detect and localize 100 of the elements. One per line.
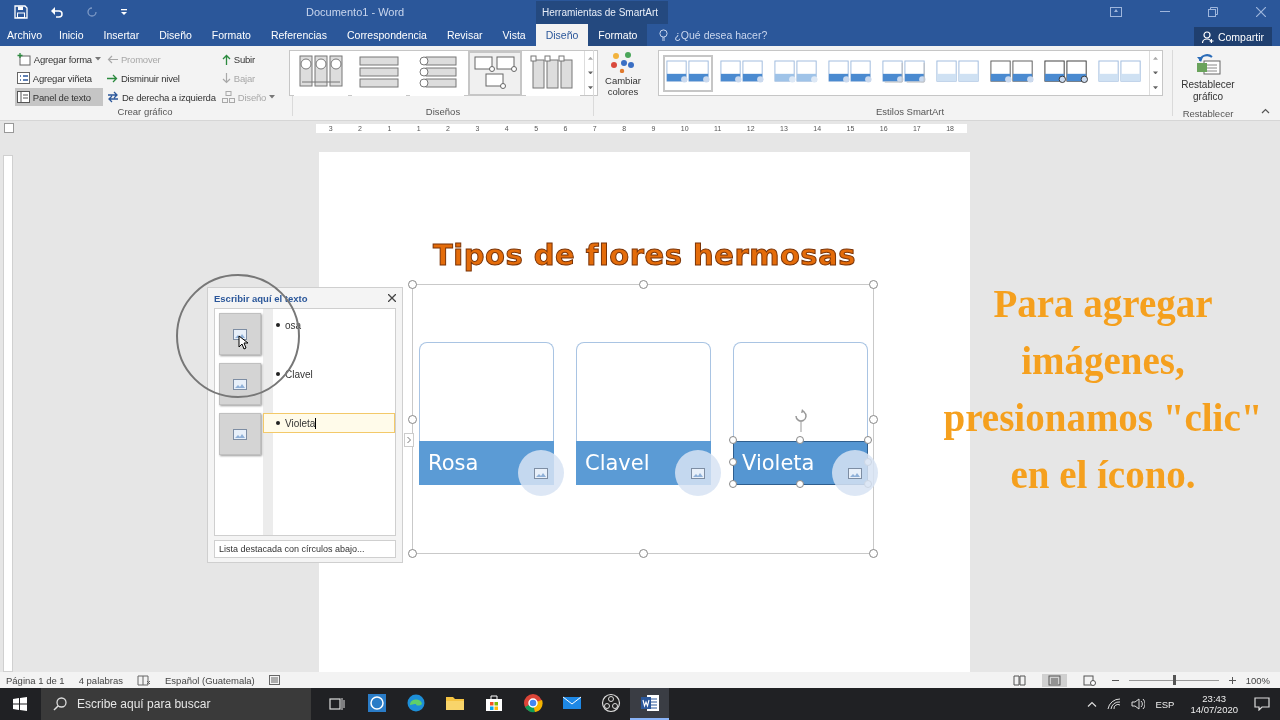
ribbon-tab[interactable]: Insertar [93,24,150,46]
ribbon-tab[interactable]: Formato [588,24,648,46]
resize-handle[interactable] [408,280,417,289]
tab-selector[interactable] [4,123,14,133]
down-arrow-icon [221,72,231,84]
add-shape-icon [16,52,31,66]
insert-picture-button[interactable] [219,363,261,405]
resize-handle[interactable] [864,436,872,444]
rotate-handle-icon[interactable] [793,408,809,432]
chat-app-icon [366,693,387,713]
swap-arrows-icon [106,91,119,103]
resize-handle[interactable] [869,549,878,558]
text-pane-item[interactable]: Clavel [263,364,395,384]
resize-handle[interactable] [729,458,737,466]
insert-picture-button[interactable] [832,450,878,496]
word-count[interactable]: 4 palabras [78,674,123,686]
taskbar-search-field[interactable]: Escribe aquí para buscar [41,688,311,720]
ribbon-display-icon[interactable] [1110,7,1122,17]
palette-dots-icon [610,51,636,73]
ribbon-button[interactable]: Agregar viñeta [14,69,103,87]
save-icon[interactable] [14,5,28,19]
zoom-level[interactable]: 100% [1245,674,1270,686]
speaker-icon[interactable] [1131,698,1146,710]
wordart-heading: Tipos de flores hermosas [433,238,856,272]
ribbon-button[interactable]: Panel de texto [14,88,103,106]
group-label: Restablecer [1182,108,1234,121]
ribbon-tab[interactable]: Referencias [260,24,337,46]
caret-icon [94,57,101,61]
resize-handle[interactable] [639,280,648,289]
share-button[interactable]: Compartir [1193,27,1272,46]
resize-handle[interactable] [729,436,737,444]
undo-icon[interactable] [50,5,64,19]
ribbon-tab[interactable]: Vista [492,24,536,46]
ribbon-tab[interactable]: Revisar [436,24,493,46]
input-language[interactable]: ESP [1155,698,1175,710]
style-thumbnail[interactable] [662,54,713,92]
context-title: Herramientas de SmartArt [536,0,668,24]
document-app-icon [639,693,660,713]
caret-icon [269,95,276,99]
ribbon-button[interactable]: Disminuir nivel [104,69,218,87]
collapse-ribbon-icon[interactable] [1261,108,1270,114]
resize-handle[interactable] [729,480,737,488]
reset-graphic-button[interactable]: Restablecer gráfico [1176,46,1240,108]
picture-icon [534,467,548,479]
taskbar-app[interactable] [630,688,669,720]
resize-handle[interactable] [408,415,417,424]
left-arrow-icon [106,54,118,64]
view-button[interactable] [1041,673,1067,687]
tell-me-field[interactable]: ¿Qué desea hacer? [672,28,797,42]
chevron-up-icon[interactable] [1087,701,1098,707]
customize-icon[interactable] [120,8,128,16]
resize-handle[interactable] [796,480,804,488]
window-title: Documento1 - Word [306,6,406,18]
resize-handle[interactable] [796,436,804,444]
ribbon-tab[interactable]: Diseño [535,24,589,46]
ribbon-tab[interactable]: Archivo [0,24,49,46]
minimize-icon[interactable] [1160,11,1170,13]
clock-time[interactable]: 23:43 [1202,693,1227,704]
redo-icon[interactable] [86,6,98,18]
ribbon-tab[interactable]: Formato [201,24,261,46]
ribbon-button[interactable]: Agregar forma [14,50,103,68]
zoom-thumb[interactable] [1172,674,1176,685]
resize-handle[interactable] [869,280,878,289]
insert-picture-button[interactable] [219,413,261,455]
close-icon[interactable] [388,294,396,302]
ribbon-tab[interactable]: Correspondencia [336,24,437,46]
restore-icon[interactable] [1208,7,1218,17]
lightbulb-icon [659,29,669,41]
picture-icon [233,428,247,440]
resize-handle[interactable] [639,549,648,558]
layout-thumbnail[interactable] [467,50,522,96]
macro-icon[interactable] [268,675,280,685]
proofing-book-icon[interactable] [137,674,151,686]
change-colors-button[interactable]: Cambiar colores [596,46,650,120]
resize-handle[interactable] [408,549,417,558]
ribbon-tab[interactable]: Inicio [49,24,94,46]
expand-pane-icon[interactable] [404,433,414,447]
round-browser-icon [522,693,543,713]
group-label: Crear gráfico [117,106,173,119]
clock-date[interactable]: 14/07/2020 [1190,704,1238,715]
notification-icon[interactable] [1254,697,1270,711]
insert-picture-button[interactable] [518,450,564,496]
hierarchy-icon [221,91,235,103]
group-label: Diseños [425,106,461,119]
three-circles-icon [600,693,621,713]
text-pane-item[interactable]: Violeta [263,413,395,433]
page-count[interactable]: Página 1 de 1 [6,674,65,686]
group-label: Estilos SmartArt [875,106,945,119]
resize-handle[interactable] [869,415,878,424]
start-icon[interactable] [13,697,27,711]
language-indicator[interactable]: Español (Guatemala) [165,674,255,686]
insert-picture-button[interactable] [219,313,261,355]
ribbon-button[interactable]: Subir [219,50,278,68]
task-view-icon[interactable] [329,697,345,711]
right-arrow-icon [106,73,118,83]
layout-description-link[interactable]: Lista destacada con círculos abajo... [214,540,396,558]
insert-picture-button[interactable] [675,450,721,496]
ribbon-tab[interactable]: Diseño [149,24,202,46]
wifi-icon[interactable] [1107,698,1122,710]
ribbon-button[interactable]: De derecha a izquierda [104,88,218,106]
